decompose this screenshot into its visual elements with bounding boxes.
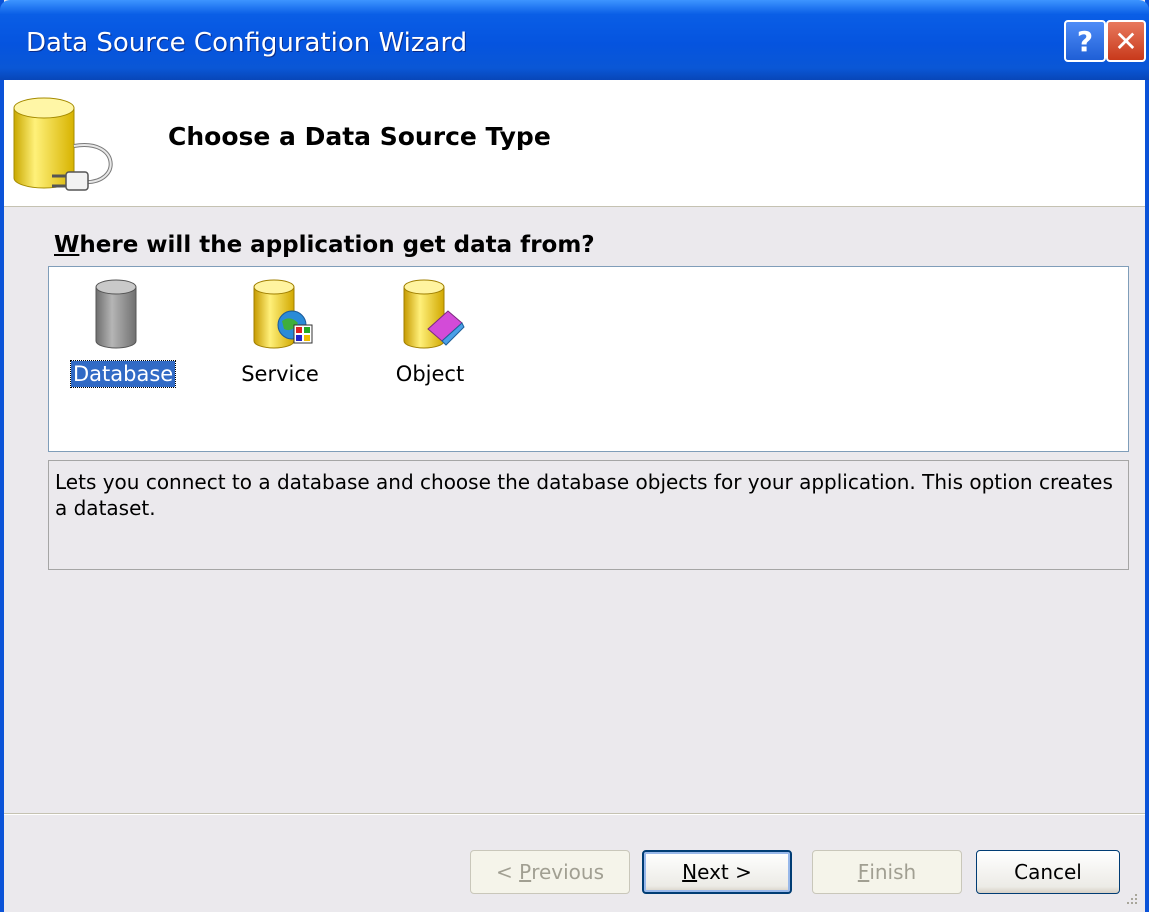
next-button[interactable]: Next > <box>642 850 792 894</box>
header-band: Choose a Data Source Type <box>4 80 1145 207</box>
finish-button[interactable]: Finish <box>812 850 962 894</box>
footer-separator <box>4 813 1145 815</box>
source-item-label: Object <box>395 362 465 386</box>
description-box: Lets you connect to a database and choos… <box>48 460 1129 570</box>
help-button[interactable]: ? <box>1064 20 1106 62</box>
close-icon: ✕ <box>1114 24 1138 58</box>
close-button[interactable]: ✕ <box>1106 20 1146 62</box>
previous-rest: revious <box>531 860 604 884</box>
question-label: Where will the application get data from… <box>54 232 595 258</box>
question-text: here will the application get data from? <box>79 232 595 258</box>
source-item-label: Service <box>241 362 319 386</box>
page-title: Choose a Data Source Type <box>168 122 551 151</box>
previous-button[interactable]: < Previous <box>470 850 630 894</box>
source-item-database[interactable]: Database <box>69 277 177 388</box>
database-icon <box>95 279 137 349</box>
previous-prefix: < <box>496 860 520 884</box>
next-rest: ext > <box>697 860 752 884</box>
wizard-window: Data Source Configuration Wizard ? ✕ Cho… <box>0 0 1149 912</box>
finish-rest: inish <box>869 860 917 884</box>
source-type-list[interactable]: Database Service Object <box>48 266 1129 452</box>
source-item-label: Database <box>69 360 177 388</box>
resize-grip-icon[interactable] <box>1125 892 1139 906</box>
help-icon: ? <box>1076 24 1094 58</box>
cancel-button[interactable]: Cancel <box>976 850 1120 894</box>
window-title: Data Source Configuration Wizard <box>26 28 468 58</box>
source-item-object[interactable]: Object <box>385 277 475 387</box>
next-mnemonic: N <box>682 860 698 884</box>
question-mnemonic: W <box>54 232 80 258</box>
title-bar[interactable]: Data Source Configuration Wizard ? ✕ <box>0 0 1149 80</box>
service-icon <box>253 279 313 349</box>
database-plug-icon <box>13 97 113 191</box>
source-item-service[interactable]: Service <box>235 277 325 387</box>
previous-mnemonic: P <box>519 860 532 884</box>
object-icon <box>403 279 465 349</box>
finish-mnemonic: F <box>857 860 870 884</box>
